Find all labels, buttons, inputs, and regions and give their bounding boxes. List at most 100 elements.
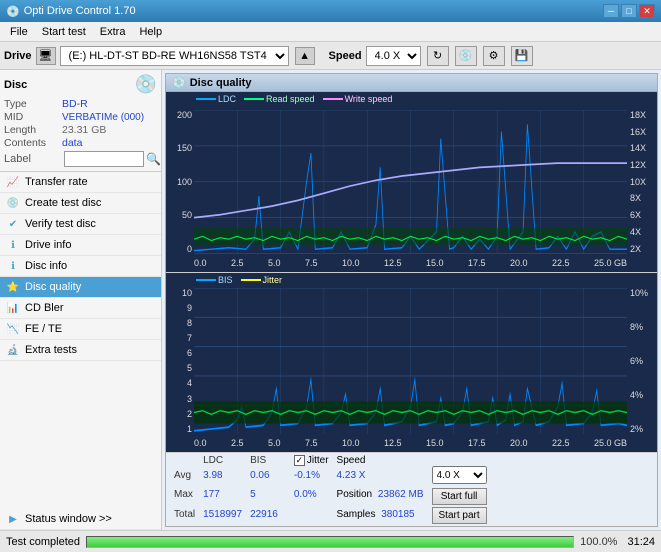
chart-title: Disc quality (190, 77, 252, 89)
verify-test-icon: ✔ (6, 217, 20, 231)
refresh-button[interactable]: ↻ (427, 46, 449, 66)
speed-select[interactable]: 4.0 X (366, 46, 421, 66)
disc-quality-icon: ⭐ (6, 280, 20, 294)
sidebar-item-transfer-rate[interactable]: 📈 Transfer rate (0, 172, 161, 193)
sidebar-item-disc-info[interactable]: ℹ Disc info (0, 256, 161, 277)
total-ldc: 1518997 (199, 505, 246, 524)
lower-x-axis: 0.02.55.07.510.012.515.017.520.022.525.0… (194, 434, 627, 452)
main-container: Disc 💿 Type BD-R MID VERBATIMe (000) Len… (0, 70, 661, 552)
sidebar-item-drive-info[interactable]: ℹ Drive info (0, 235, 161, 256)
avg-bis: 0.06 (246, 466, 282, 485)
jitter-label: Jitter (307, 455, 329, 466)
start-part-button[interactable]: Start part (432, 507, 487, 524)
upper-graph: LDC Read speed Write speed (166, 92, 657, 273)
speed-value: 4.23 X (337, 470, 366, 481)
sidebar-item-create-test-disc[interactable]: 💿 Create test disc (0, 193, 161, 214)
speed-dropdown[interactable]: 4.0 X (432, 466, 487, 484)
read-speed-legend-color (244, 98, 264, 100)
type-key: Type (4, 98, 62, 110)
fe-te-icon: 📉 (6, 322, 20, 336)
chart-panel-header: 💿 Disc quality (166, 74, 657, 92)
eject-button[interactable]: ▲ (295, 47, 315, 65)
contents-value: data (62, 137, 82, 149)
drive-select[interactable]: (E:) HL-DT-ST BD-RE WH16NS58 TST4 (60, 46, 289, 66)
extra-tests-icon: 🔬 (6, 343, 20, 357)
label-input[interactable] (64, 151, 144, 167)
max-bis: 5 (246, 485, 282, 504)
position-label: Position (337, 489, 373, 500)
main-panel: 💿 Disc quality LDC (162, 70, 661, 530)
chart-content: LDC Read speed Write speed (166, 92, 657, 526)
sidebar-item-cd-bler[interactable]: 📊 CD Bler (0, 298, 161, 319)
length-key: Length (4, 124, 62, 136)
avg-jitter: -0.1% (290, 466, 333, 485)
ldc-legend: LDC (196, 94, 236, 104)
settings-button[interactable]: ⚙ (483, 46, 505, 66)
sidebar-item-fe-te[interactable]: 📉 FE / TE (0, 319, 161, 340)
jitter-legend-color (241, 279, 261, 281)
start-buttons: 4.0 X Start full Start part (432, 466, 487, 524)
avg-label: Avg (170, 466, 199, 485)
contents-key: Contents (4, 137, 62, 149)
total-bis: 22916 (246, 505, 282, 524)
upper-graph-container (194, 110, 627, 254)
status-text: Test completed (6, 536, 80, 548)
menu-start-test[interactable]: Start test (36, 24, 92, 40)
progress-bar (86, 536, 574, 548)
lower-y-axis-left: 10 9 8 7 6 5 4 3 2 1 (166, 288, 194, 435)
menu-help[interactable]: Help (133, 24, 168, 40)
start-full-button[interactable]: Start full (432, 488, 487, 505)
menu-file[interactable]: File (4, 24, 34, 40)
disc-quality-icon-header: 💿 (172, 76, 186, 89)
sidebar-item-disc-quality[interactable]: ⭐ Disc quality (0, 277, 161, 298)
transfer-rate-icon: 📈 (6, 175, 20, 189)
mid-value: VERBATIMe (000) (62, 112, 144, 123)
upper-legend: LDC Read speed Write speed (196, 94, 392, 104)
drive-info-icon: ℹ (6, 238, 20, 252)
ldc-header: LDC (199, 455, 246, 466)
upper-x-axis: 0.02.55.07.510.012.515.017.520.022.525.0… (194, 254, 627, 272)
progress-bar-fill (87, 537, 573, 547)
maximize-button[interactable]: □ (621, 4, 637, 18)
status-time: 31:24 (627, 536, 655, 548)
cd-bler-icon: 📊 (6, 301, 20, 315)
speed-label: Speed (329, 50, 362, 62)
window-controls[interactable]: ─ □ ✕ (603, 4, 655, 18)
max-jitter: 0.0% (290, 485, 333, 504)
ldc-legend-color (196, 98, 216, 100)
disc-icon: 💿 (135, 74, 157, 95)
create-test-icon: 💿 (6, 196, 20, 210)
lower-legend: BIS Jitter (196, 275, 282, 285)
stats-empty-header (170, 455, 199, 466)
drive-bar: Drive 🖥 (E:) HL-DT-ST BD-RE WH16NS58 TST… (0, 42, 661, 70)
max-ldc: 177 (199, 485, 246, 504)
close-button[interactable]: ✕ (639, 4, 655, 18)
minimize-button[interactable]: ─ (603, 4, 619, 18)
sidebar-item-verify-test-disc[interactable]: ✔ Verify test disc (0, 214, 161, 235)
samples-value: 380185 (381, 509, 414, 520)
nav-items: 📈 Transfer rate 💿 Create test disc ✔ Ver… (0, 172, 161, 361)
stats-row: LDC BIS ✓ Jitter Spe (166, 452, 657, 526)
bis-legend: BIS (196, 275, 233, 285)
upper-y-axis-right: 18X 16X 14X 12X 10X 8X 6X 4X 2X (627, 110, 657, 254)
max-label: Max (170, 485, 199, 504)
status-window-button[interactable]: ▶ Status window >> (0, 509, 161, 530)
total-label: Total (170, 505, 199, 524)
save-button[interactable]: 💾 (511, 46, 533, 66)
app-icon: 💿 (6, 5, 20, 18)
bis-legend-color (196, 279, 216, 281)
drive-label: Drive (4, 50, 32, 62)
jitter-checkbox[interactable]: ✓ (294, 455, 305, 466)
menu-extra[interactable]: Extra (94, 24, 132, 40)
drive-icon[interactable]: 🖥 (36, 47, 56, 65)
progress-percent: 100.0% (580, 536, 617, 548)
stats-table: LDC BIS ✓ Jitter Spe (170, 455, 491, 524)
sidebar: Disc 💿 Type BD-R MID VERBATIMe (000) Len… (0, 70, 162, 530)
label-icon-btn[interactable]: 🔍 (146, 152, 161, 166)
bottom-status-bar: Test completed 100.0% 31:24 (0, 530, 661, 552)
upper-y-axis-left: 200 150 100 50 0 (166, 110, 194, 254)
jitter-section: ✓ Jitter (294, 455, 329, 466)
jitter-legend: Jitter (241, 275, 283, 285)
sidebar-item-extra-tests[interactable]: 🔬 Extra tests (0, 340, 161, 361)
disc-button[interactable]: 💿 (455, 46, 477, 66)
